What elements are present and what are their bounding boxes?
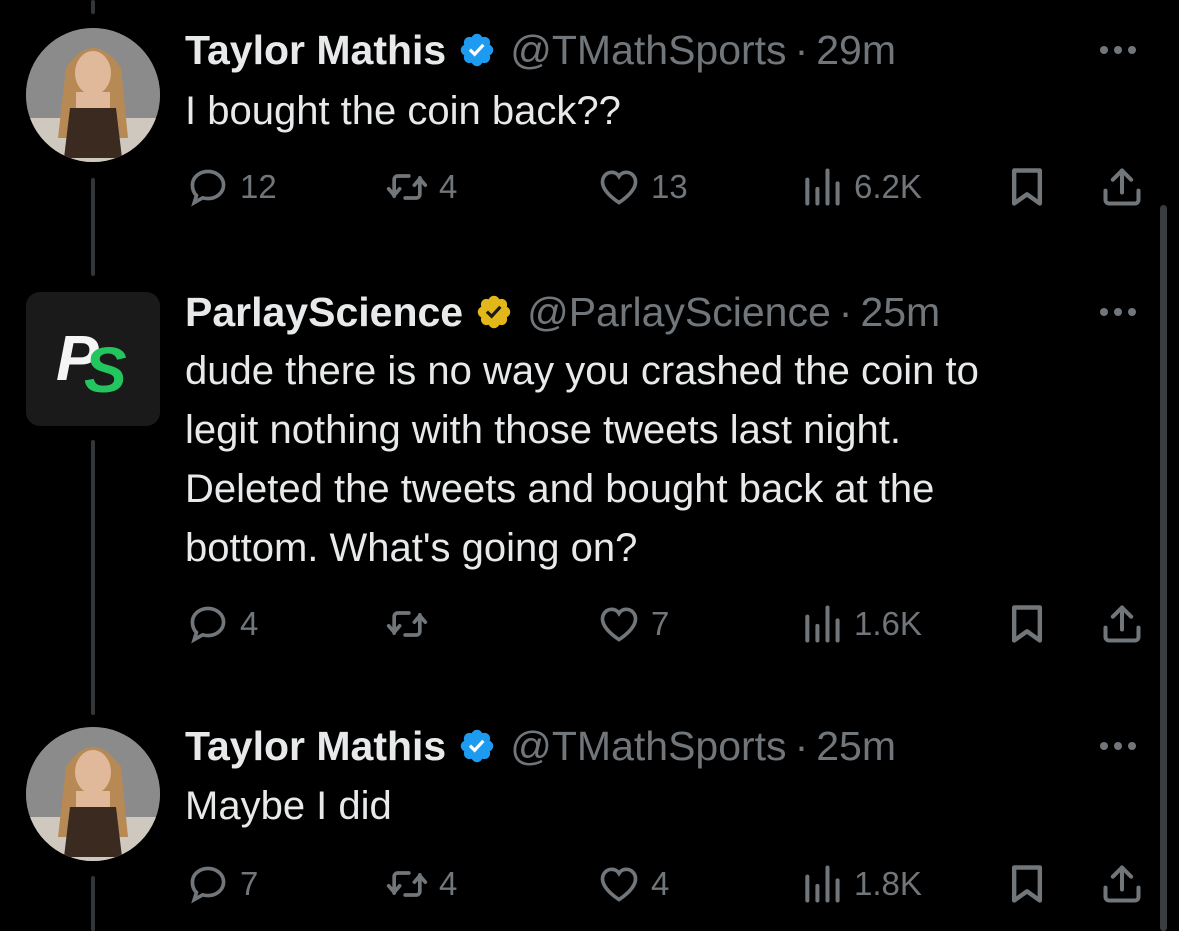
heart-icon [600, 867, 638, 902]
timestamp[interactable]: 25m [860, 289, 940, 336]
author-name[interactable]: Taylor Mathis [185, 27, 446, 74]
like-count: 13 [651, 168, 688, 205]
share-button[interactable] [1100, 862, 1144, 906]
timestamp[interactable]: 25m [816, 723, 896, 770]
avatar[interactable] [26, 28, 160, 162]
verified-badge-icon [477, 295, 511, 329]
bookmark-button[interactable] [1005, 165, 1049, 209]
tweet-header: Taylor Mathis @TMathSports · 29m [185, 20, 896, 80]
like-count: 4 [651, 865, 670, 902]
share-button[interactable] [1100, 602, 1144, 646]
bookmark-icon [1011, 865, 1043, 903]
reply-count: 12 [240, 168, 277, 205]
retweet-icon [386, 174, 428, 200]
views-button[interactable]: 1.6K [800, 602, 922, 646]
views-button[interactable]: 6.2K [800, 165, 922, 209]
separator-dot: · [794, 722, 809, 769]
bookmark-icon [1011, 605, 1043, 643]
reply-count: 4 [240, 605, 259, 642]
thread-line-1 [91, 178, 95, 276]
tweet-text: dude there is no way you crashed the coi… [185, 349, 979, 570]
author-name[interactable]: ParlayScience [185, 289, 463, 336]
svg-text:S: S [84, 334, 127, 406]
retweet-count: 4 [439, 168, 458, 205]
views-count: 1.6K [854, 605, 922, 642]
more-icon[interactable] [1100, 302, 1150, 322]
tweet-text: Maybe I did [185, 784, 392, 828]
retweet-button[interactable]: 4 [385, 165, 457, 209]
like-button[interactable]: 13 [597, 165, 688, 209]
verified-badge-icon [461, 33, 494, 67]
reply-icon [190, 866, 226, 904]
bookmark-icon [1011, 168, 1043, 206]
author-name[interactable]: Taylor Mathis [185, 723, 446, 770]
share-icon [1103, 865, 1141, 903]
retweet-icon [386, 871, 428, 897]
views-icon [805, 168, 840, 206]
more-icon[interactable] [1100, 736, 1150, 756]
share-icon [1103, 605, 1141, 643]
separator-dot: · [794, 26, 809, 73]
retweet-button[interactable]: 4 [385, 862, 457, 906]
views-count: 6.2K [854, 168, 922, 205]
tweet-header: ParlayScience @ParlayScience · 25m [185, 282, 940, 342]
thread-line-top [91, 0, 95, 14]
verified-badge-icon [461, 729, 494, 763]
retweet-count: 4 [439, 865, 458, 902]
avatar[interactable] [26, 727, 160, 861]
retweet-icon [386, 611, 428, 637]
reply-icon [190, 169, 226, 207]
like-button[interactable]: 4 [597, 862, 669, 906]
reply-button[interactable]: 4 [186, 602, 258, 646]
share-icon [1103, 168, 1141, 206]
reply-icon [190, 606, 226, 644]
separator-dot: · [838, 288, 853, 335]
more-icon[interactable] [1100, 40, 1150, 60]
reply-button[interactable]: 7 [186, 862, 258, 906]
heart-icon [600, 607, 638, 642]
like-button[interactable]: 7 [597, 602, 669, 646]
tweet-header: Taylor Mathis @TMathSports · 25m [185, 716, 896, 776]
views-icon [805, 865, 840, 903]
scrollbar[interactable] [1160, 205, 1167, 931]
reply-count: 7 [240, 865, 259, 902]
views-count: 1.8K [854, 865, 922, 902]
author-handle[interactable]: @TMathSports [510, 723, 786, 770]
author-handle[interactable]: @ParlayScience [527, 289, 831, 336]
reply-button[interactable]: 12 [186, 165, 277, 209]
avatar-photo [26, 727, 160, 861]
bookmark-button[interactable] [1005, 862, 1049, 906]
views-button[interactable]: 1.8K [800, 862, 922, 906]
avatar[interactable]: P S [26, 292, 160, 426]
tweet-text: I bought the coin back?? [185, 89, 621, 133]
author-handle[interactable]: @TMathSports [510, 27, 786, 74]
thread-line-3 [91, 876, 95, 931]
parlayscience-logo: P S [26, 292, 160, 426]
like-count: 7 [651, 605, 670, 642]
share-button[interactable] [1100, 165, 1144, 209]
bookmark-button[interactable] [1005, 602, 1049, 646]
thread-line-2 [91, 440, 95, 715]
heart-icon [600, 170, 638, 205]
timestamp[interactable]: 29m [816, 27, 896, 74]
views-icon [805, 605, 840, 643]
avatar-photo [26, 28, 160, 162]
retweet-button[interactable] [385, 602, 439, 646]
